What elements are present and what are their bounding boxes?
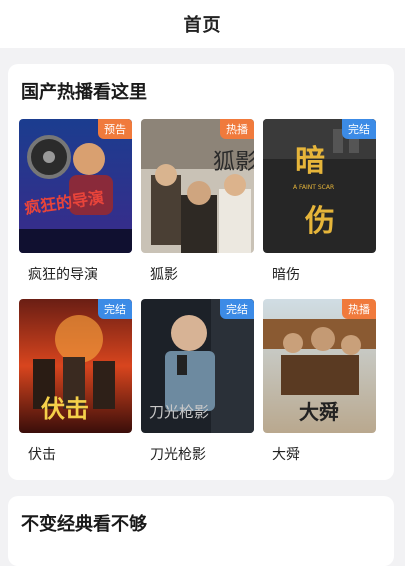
- video-title: 大舜: [272, 447, 300, 463]
- video-tile[interactable]: 暗 伤 A FAINT SCAR 完结 暗伤: [263, 119, 376, 299]
- video-title: 疯狂的导演: [28, 267, 98, 283]
- video-tile[interactable]: 刀光枪影 完结 刀光枪影: [141, 299, 254, 479]
- poster-title-char-1: 暗: [295, 144, 325, 179]
- video-tile[interactable]: 大舜 热播 大舜: [263, 299, 376, 479]
- poster-image: 伏击 完结: [19, 299, 132, 433]
- poster-grid: 疯狂的导演 预告 疯狂的导演 狐影 热播 狐影 暗 伤 A FAINT SCAR…: [19, 119, 387, 479]
- section-card-domestic-hits: 国产热播看这里 疯狂的导演 预告 疯狂的导演 狐影 热播 狐影 暗 伤 A FA…: [8, 64, 394, 480]
- poster-image: 疯狂的导演 预告: [19, 119, 132, 253]
- poster-text: 大舜: [299, 400, 339, 424]
- video-title: 刀光枪影: [150, 447, 206, 463]
- section-card-classics: 不变经典看不够: [8, 496, 394, 566]
- status-badge: 热播: [220, 119, 254, 139]
- poster-text: 狐影: [213, 150, 254, 175]
- poster-text: 刀光枪影: [149, 403, 209, 421]
- video-tile[interactable]: 伏击 完结 伏击: [19, 299, 132, 479]
- video-tile[interactable]: 狐影 热播 狐影: [141, 119, 254, 299]
- poster-title-char-2: 伤: [304, 204, 335, 239]
- poster-illustration: 疯狂的导演: [19, 119, 132, 253]
- section-title: 国产热播看这里: [21, 82, 147, 103]
- status-badge: 完结: [220, 299, 254, 319]
- poster-illustration: 暗 伤 A FAINT SCAR: [263, 119, 376, 253]
- poster-illustration: 伏击: [19, 299, 132, 433]
- poster-image: 刀光枪影 完结: [141, 299, 254, 433]
- status-badge: 热播: [342, 299, 376, 319]
- video-title: 狐影: [150, 267, 178, 283]
- poster-image: 大舜 热播: [263, 299, 376, 433]
- poster-subtext: A FAINT SCAR: [293, 184, 334, 191]
- poster-image: 狐影 热播: [141, 119, 254, 253]
- poster-text: 伏击: [41, 394, 89, 423]
- section-title: 不变经典看不够: [21, 514, 147, 535]
- top-bar: 首页: [0, 0, 405, 48]
- poster-illustration: 狐影: [141, 119, 254, 253]
- poster-illustration: 大舜: [263, 299, 376, 433]
- status-badge: 完结: [98, 299, 132, 319]
- status-badge: 预告: [98, 119, 132, 139]
- video-tile[interactable]: 疯狂的导演 预告 疯狂的导演: [19, 119, 132, 299]
- poster-illustration: 刀光枪影: [141, 299, 254, 433]
- video-title: 暗伤: [272, 267, 300, 283]
- page-title: 首页: [183, 15, 222, 36]
- video-title: 伏击: [28, 447, 56, 463]
- status-badge: 完结: [342, 119, 376, 139]
- poster-image: 暗 伤 A FAINT SCAR 完结: [263, 119, 376, 253]
